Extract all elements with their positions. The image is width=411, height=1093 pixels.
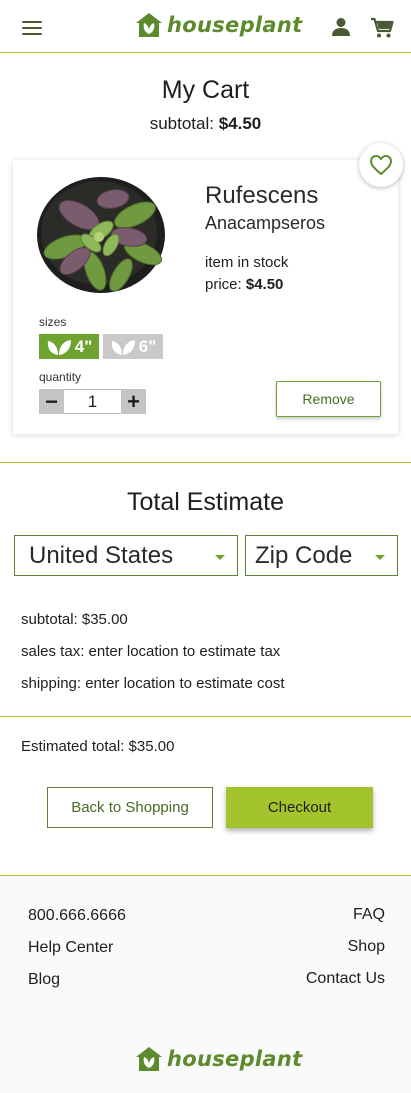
product-genus: Anacampseros	[205, 213, 326, 233]
plant-photo	[37, 177, 165, 293]
footer-help-center-link[interactable]: Help Center	[28, 939, 113, 957]
price-label: price:	[205, 276, 242, 293]
quantity-stepper: − 1 +	[39, 389, 146, 414]
size-option-label: 4"	[74, 336, 93, 356]
size-option-4[interactable]: 4"	[39, 334, 99, 359]
cart-subtotal-value: $4.50	[218, 114, 262, 133]
checkout-button[interactable]: Checkout	[226, 787, 373, 828]
footer-blog-link[interactable]: Blog	[28, 971, 60, 989]
remove-button[interactable]: Remove	[276, 381, 381, 417]
footer-faq-link[interactable]: FAQ	[353, 906, 385, 924]
shopping-cart-icon[interactable]	[370, 17, 394, 39]
person-icon[interactable]	[331, 17, 351, 37]
quantity-increment-button[interactable]: +	[121, 389, 146, 414]
top-nav-bar: houseplant	[0, 0, 411, 53]
chevron-down-icon	[215, 555, 225, 560]
leaf-icon	[47, 339, 71, 355]
size-option-6[interactable]: 6"	[103, 334, 163, 359]
hamburger-menu-icon[interactable]	[22, 20, 44, 36]
total-estimate-title: Total Estimate	[126, 488, 284, 516]
sizes-label: sizes	[39, 315, 67, 329]
country-select-value: United States	[29, 542, 174, 569]
estimated-total: Estimated total: $35.00	[21, 738, 175, 755]
estimate-sales-tax: sales tax: enter location to estimate ta…	[21, 643, 281, 660]
footer: 800.666.6666 Help Center Blog FAQ Shop C…	[0, 875, 411, 1093]
cart-subtotal: subtotal: $4.50	[0, 114, 411, 134]
leaf-icon	[111, 339, 135, 355]
footer-shop-link[interactable]: Shop	[348, 938, 385, 956]
back-to-shopping-button[interactable]: Back to Shopping	[47, 787, 213, 828]
cart-title: My Cart	[161, 76, 250, 104]
favorite-button[interactable]	[359, 143, 403, 187]
section-divider	[0, 462, 411, 463]
footer-logo[interactable]: houseplant	[135, 1046, 302, 1072]
estimate-subtotal: subtotal: $35.00	[21, 611, 128, 628]
logo-house-icon	[136, 13, 162, 37]
estimate-shipping: shipping: enter location to estimate cos…	[21, 675, 285, 692]
zip-code-select[interactable]: Zip Code	[245, 535, 398, 576]
heart-icon	[370, 155, 392, 175]
logo-house-icon	[136, 1047, 162, 1071]
footer-phone-link[interactable]: 800.666.6666	[28, 907, 126, 925]
zip-code-select-value: Zip Code	[255, 542, 353, 569]
footer-contact-link[interactable]: Contact Us	[306, 970, 385, 988]
stock-status: item in stock	[205, 254, 289, 271]
logo-text: houseplant	[167, 13, 303, 37]
size-option-label: 6"	[138, 336, 157, 356]
quantity-input[interactable]: 1	[64, 389, 121, 414]
quantity-label: quantity	[39, 370, 82, 384]
country-select[interactable]: United States	[14, 535, 238, 576]
quantity-decrement-button[interactable]: −	[39, 389, 64, 414]
chevron-down-icon	[375, 555, 385, 560]
cart-subtotal-label: subtotal:	[149, 114, 214, 133]
section-divider	[0, 716, 411, 717]
product-name[interactable]: Rufescens	[205, 182, 318, 210]
price-value: $4.50	[245, 276, 284, 293]
houseplant-logo[interactable]: houseplant	[135, 12, 302, 38]
product-price: price: $4.50	[205, 276, 283, 293]
cart-item-card: Rufescens Anacampseros item in stock pri…	[13, 160, 398, 434]
logo-text: houseplant	[167, 1047, 303, 1071]
